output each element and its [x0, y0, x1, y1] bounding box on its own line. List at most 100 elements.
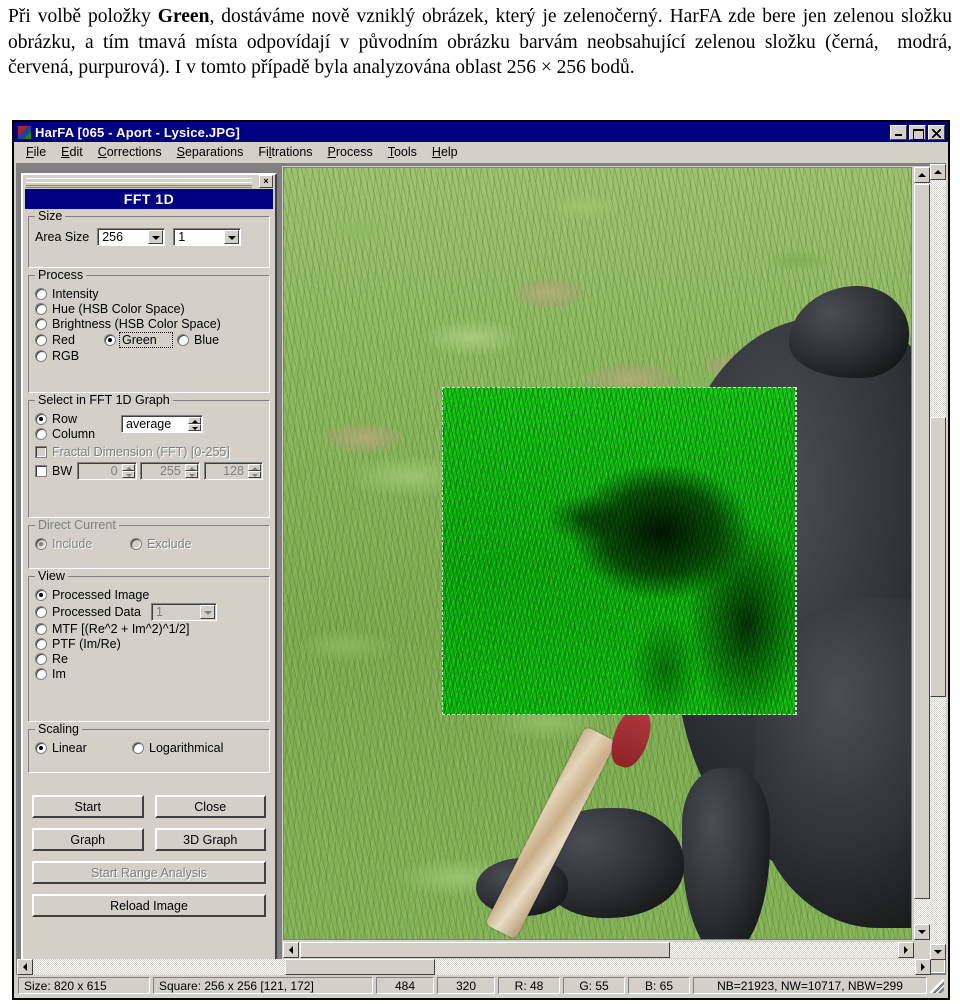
view-group: View Processed Image Processed Data 1 MT…	[28, 569, 270, 722]
average-spinner[interactable]: average	[121, 415, 203, 433]
bw-max-spinner[interactable]: 255	[140, 462, 200, 480]
chevron-down-icon[interactable]	[199, 605, 215, 619]
panel-close-icon[interactable]: ×	[259, 175, 273, 188]
radio-brightness[interactable]: Brightness (HSB Color Space)	[35, 317, 263, 331]
scroll-right-icon[interactable]	[915, 959, 931, 975]
close-button[interactable]: Close	[154, 795, 266, 818]
checkbox-label: Fractal Dimension (FFT) [0-255]	[52, 445, 230, 459]
scrollbar-thumb[interactable]	[914, 184, 930, 899]
menu-process[interactable]: Process	[321, 144, 380, 160]
radio-icon[interactable]	[35, 334, 47, 346]
spinner-down-icon[interactable]	[188, 424, 201, 431]
spinner-down-icon[interactable]	[121, 471, 135, 478]
view-group-label: View	[35, 569, 68, 583]
scroll-up-icon[interactable]	[914, 167, 930, 183]
radio-label: Hue (HSB Color Space)	[52, 302, 185, 316]
close-icon[interactable]	[928, 124, 945, 140]
scrollbar-thumb[interactable]	[285, 959, 435, 975]
scroll-left-icon[interactable]	[17, 959, 33, 975]
processed-data-combo[interactable]: 1	[150, 603, 217, 621]
scroll-right-icon[interactable]	[898, 942, 914, 958]
radio-icon	[35, 350, 47, 362]
resize-grip-icon[interactable]	[930, 978, 944, 993]
dirt-patch	[514, 278, 584, 308]
panel-drag-strip[interactable]: ×	[24, 175, 274, 188]
image-child-window	[281, 165, 945, 973]
reload-image-label: Reload Image	[110, 898, 188, 913]
menu-tools[interactable]: Tools	[381, 144, 424, 160]
chevron-down-icon[interactable]	[224, 230, 240, 244]
radio-icon	[35, 623, 47, 635]
radio-rgb[interactable]: RGB	[35, 349, 263, 363]
status-coord-y: 320	[437, 977, 495, 994]
radio-icon	[35, 428, 47, 440]
select-graph-group-label: Select in FFT 1D Graph	[35, 393, 173, 407]
radio-icon-selected[interactable]	[104, 334, 116, 346]
bw-min-value: 0	[110, 464, 118, 478]
window-title: HarFA [065 - Aport - Lysice.JPG]	[35, 124, 241, 140]
status-counts: NB=21923, NW=10717, NBW=299	[693, 977, 927, 994]
bw-max-value: 255	[159, 464, 181, 478]
spinner-buttons	[188, 417, 201, 431]
spinner-up-icon[interactable]	[121, 464, 135, 471]
minimize-icon[interactable]	[890, 124, 907, 140]
menu-separations[interactable]: Separations	[170, 144, 251, 160]
bw-threshold-spinner[interactable]: 128	[203, 462, 264, 480]
graph-button[interactable]: Graph	[32, 828, 144, 851]
graph-3d-button-label: 3D Graph	[183, 832, 238, 847]
spinner-up-icon[interactable]	[184, 464, 198, 471]
menu-help[interactable]: Help	[425, 144, 465, 160]
spinner-up-icon[interactable]	[188, 417, 201, 424]
radio-label-red: Red	[52, 333, 75, 347]
bw-min-spinner[interactable]: 0	[77, 462, 137, 480]
green-channel-selection-square[interactable]	[442, 387, 796, 715]
radio-hue[interactable]: Hue (HSB Color Space)	[35, 302, 263, 316]
radio-processed-data[interactable]: Processed Data 1	[35, 603, 263, 621]
scroll-left-icon[interactable]	[283, 942, 299, 958]
radio-column[interactable]: Column	[35, 427, 121, 441]
radio-rgb-row: Red Green Blue	[35, 332, 263, 348]
radio-icon-selected[interactable]	[35, 742, 47, 754]
maximize-icon[interactable]	[909, 124, 926, 140]
scrollbar-thumb[interactable]	[300, 942, 670, 958]
menu-file[interactable]: FFileile	[19, 144, 53, 160]
scroll-down-icon[interactable]	[914, 924, 930, 940]
scroll-up-icon[interactable]	[930, 164, 946, 180]
image-vertical-scrollbar[interactable]	[914, 167, 930, 940]
scaling-options: Linear Logarithmical	[35, 741, 263, 755]
menu-corrections[interactable]: Corrections	[91, 144, 169, 160]
window-titlebar[interactable]: HarFA [065 - Aport - Lysice.JPG]	[14, 122, 948, 142]
mdi-horizontal-scrollbar[interactable]	[17, 959, 931, 975]
panel-grip-line-2	[26, 182, 252, 188]
area-size-combo[interactable]: 256	[97, 228, 166, 246]
spinner-down-icon[interactable]	[248, 471, 262, 478]
radio-re[interactable]: Re	[35, 652, 263, 666]
radio-row[interactable]: Row	[35, 412, 121, 426]
mdi-vertical-scrollbar[interactable]	[930, 164, 946, 960]
radio-im[interactable]: Im	[35, 667, 263, 681]
spinner-down-icon[interactable]	[184, 471, 198, 478]
radio-processed-image[interactable]: Processed Image	[35, 588, 263, 602]
radio-mtf[interactable]: MTF [(Re^2 + Im^2)^1/2]	[35, 622, 263, 636]
chevron-down-icon[interactable]	[148, 230, 164, 244]
checkbox-icon-bw[interactable]	[35, 465, 47, 477]
spinner-up-icon[interactable]	[248, 464, 262, 471]
reload-image-button[interactable]: Reload Image	[32, 894, 266, 917]
graph-3d-button[interactable]: 3D Graph	[154, 828, 266, 851]
checkbox-fractal-dimension[interactable]: Fractal Dimension (FFT) [0-255]	[35, 445, 263, 459]
scroll-down-icon[interactable]	[930, 944, 946, 960]
start-button[interactable]: Start	[32, 795, 144, 818]
image-horizontal-scrollbar[interactable]	[283, 942, 914, 958]
radio-icon[interactable]	[177, 334, 189, 346]
area-count-combo[interactable]: 1	[173, 228, 242, 246]
radio-label: Re	[52, 652, 68, 666]
radio-icon	[35, 606, 47, 618]
radio-intensity[interactable]: Intensity	[35, 287, 263, 301]
scrollbar-thumb[interactable]	[930, 417, 946, 697]
menu-edit[interactable]: Edit	[54, 144, 90, 160]
image-canvas[interactable]	[283, 167, 912, 940]
menu-filtrations[interactable]: Filtrations	[251, 144, 319, 160]
radio-icon[interactable]	[132, 742, 144, 754]
radio-label-green: Green	[119, 332, 173, 348]
radio-ptf[interactable]: PTF (Im/Re)	[35, 637, 263, 651]
